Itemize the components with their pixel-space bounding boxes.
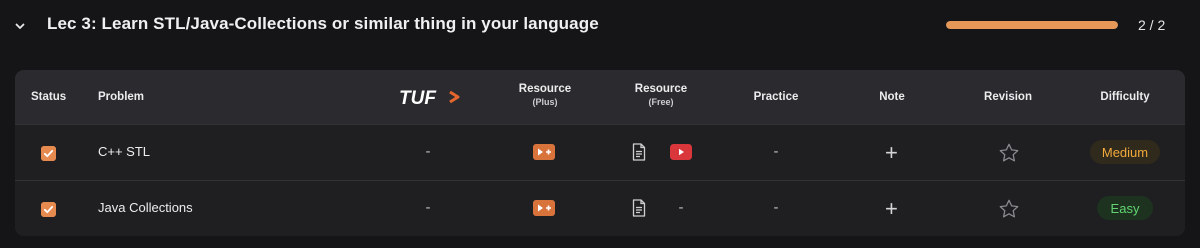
play-plus-icon[interactable] — [533, 200, 555, 216]
header-resource-free-sub: (Free) — [648, 97, 674, 107]
status-checkbox[interactable] — [41, 146, 56, 161]
add-note-button[interactable]: + — [885, 198, 898, 220]
lecture-section-header[interactable]: Lec 3: Learn STL/Java-Collections or sim… — [0, 0, 1200, 52]
header-revision: Revision — [984, 91, 1032, 103]
add-note-button[interactable]: + — [885, 142, 898, 164]
problem-name[interactable]: C++ STL — [98, 144, 150, 159]
header-resource-plus-sub: (Plus) — [532, 97, 558, 107]
table-header: Status Problem TUF Resource (Plus) Resou… — [15, 70, 1185, 124]
header-status: Status — [31, 91, 67, 103]
problems-table: Status Problem TUF Resource (Plus) Resou… — [15, 70, 1185, 236]
table-row: C++ STL - - + Medium — [15, 124, 1185, 180]
tuf-value: - — [425, 199, 431, 216]
play-plus-icon[interactable] — [533, 144, 555, 160]
star-outline-icon[interactable] — [998, 198, 1020, 220]
tuf-logo: TUF — [399, 88, 460, 108]
problem-name[interactable]: Java Collections — [98, 200, 193, 215]
header-practice: Practice — [753, 91, 799, 103]
article-icon[interactable] — [632, 143, 646, 161]
header-resource-free: Resource (Free) — [617, 83, 705, 107]
status-checkbox[interactable] — [41, 202, 56, 217]
youtube-icon[interactable] — [670, 144, 692, 160]
tuf-logo-text: TUF — [399, 88, 437, 108]
difficulty-badge: Easy — [1097, 196, 1153, 220]
header-resource-free-label: Resource — [634, 83, 688, 95]
header-note: Note — [879, 91, 905, 103]
practice-value: - — [773, 199, 779, 216]
header-difficulty: Difficulty — [1100, 91, 1150, 103]
progress-count: 2 / 2 — [1138, 17, 1166, 33]
article-icon[interactable] — [632, 199, 646, 217]
header-problem: Problem — [98, 91, 145, 103]
lecture-title: Lec 3: Learn STL/Java-Collections or sim… — [47, 14, 599, 33]
practice-value: - — [773, 143, 779, 160]
tuf-value: - — [425, 143, 431, 160]
header-resource-plus: Resource (Plus) — [501, 83, 589, 107]
progress-bar — [946, 21, 1118, 29]
table-row: Java Collections - - - + Easy — [15, 180, 1185, 236]
youtube-unavailable: - — [678, 199, 684, 216]
difficulty-badge: Medium — [1090, 140, 1160, 164]
progress-bar-fill — [946, 21, 1118, 29]
header-resource-plus-label: Resource — [518, 83, 572, 95]
star-outline-icon[interactable] — [998, 142, 1020, 164]
chevron-down-icon[interactable] — [12, 18, 28, 34]
